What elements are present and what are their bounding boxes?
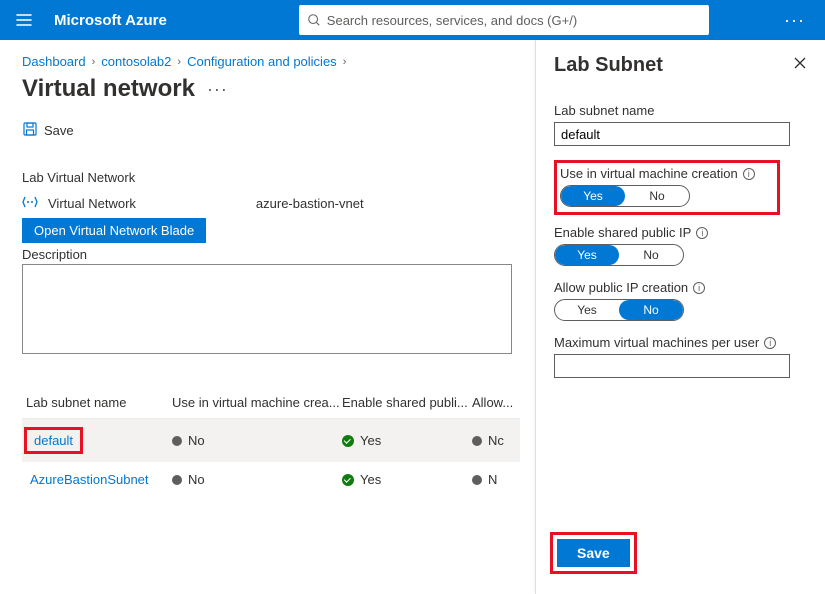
vnet-icon [22, 195, 38, 212]
info-icon[interactable]: i [693, 282, 705, 294]
use-value: No [188, 472, 205, 487]
toggle-no[interactable]: No [625, 186, 689, 206]
status-check-icon [342, 435, 354, 447]
allow-ip-label: Allow public IP creation i [554, 280, 807, 295]
table-row[interactable]: AzureBastionSubnet No Yes N [22, 462, 520, 497]
status-check-icon [342, 474, 354, 486]
shared-ip-toggle[interactable]: Yes No [554, 244, 684, 266]
lab-subnet-panel: Lab Subnet Lab subnet name Use in virtua… [535, 40, 825, 594]
save-command[interactable]: Save [22, 121, 74, 140]
col-header-name[interactable]: Lab subnet name [22, 395, 172, 410]
status-dot-icon [172, 436, 182, 446]
status-dot-icon [172, 475, 182, 485]
use-vm-toggle[interactable]: Yes No [560, 185, 690, 207]
chevron-right-icon: › [92, 56, 96, 68]
col-header-shared[interactable]: Enable shared publi... [342, 395, 472, 410]
panel-title: Lab Subnet [554, 54, 663, 77]
subnet-name-input[interactable] [554, 122, 790, 146]
topbar-more-button[interactable]: ··· [770, 10, 819, 31]
toggle-no[interactable]: No [619, 245, 683, 265]
subnet-name-label: Lab subnet name [554, 103, 807, 118]
azure-top-bar: Microsoft Azure Search resources, servic… [0, 0, 825, 40]
crumb-lab[interactable]: contosolab2 [101, 54, 171, 69]
search-icon [307, 13, 321, 27]
highlight-use-vm: Use in virtual machine creation i Yes No [554, 160, 780, 215]
status-dot-icon [472, 475, 482, 485]
menu-toggle[interactable] [6, 2, 42, 38]
search-placeholder: Search resources, services, and docs (G+… [327, 13, 577, 28]
toggle-yes[interactable]: Yes [561, 186, 625, 206]
save-button[interactable]: Save [557, 539, 630, 567]
highlight-save: Save [550, 532, 637, 574]
vnet-value: azure-bastion-vnet [256, 196, 364, 211]
shared-value: Yes [360, 433, 381, 448]
subnet-name-link[interactable]: AzureBastionSubnet [26, 472, 149, 487]
close-icon[interactable] [793, 56, 807, 75]
use-vm-label: Use in virtual machine creation i [560, 166, 755, 181]
status-dot-icon [472, 436, 482, 446]
allow-ip-toggle[interactable]: Yes No [554, 299, 684, 321]
crumb-dashboard[interactable]: Dashboard [22, 54, 86, 69]
brand-label: Microsoft Azure [42, 12, 179, 29]
page-title-more[interactable]: ··· [207, 79, 228, 100]
col-header-use[interactable]: Use in virtual machine crea... [172, 395, 342, 410]
max-vm-label: Maximum virtual machines per user i [554, 335, 807, 350]
subnet-name-link[interactable]: default [26, 429, 81, 452]
toggle-yes[interactable]: Yes [555, 245, 619, 265]
shared-value: Yes [360, 472, 381, 487]
open-vnet-blade-button[interactable]: Open Virtual Network Blade [22, 218, 206, 243]
info-icon[interactable]: i [696, 227, 708, 239]
global-search[interactable]: Search resources, services, and docs (G+… [299, 5, 709, 35]
description-input[interactable] [22, 264, 512, 354]
vnet-field-label: Virtual Network [48, 196, 136, 211]
allow-value: Nc [488, 433, 504, 448]
chevron-right-icon: › [177, 56, 181, 68]
allow-value: N [488, 472, 497, 487]
info-icon[interactable]: i [743, 168, 755, 180]
max-vm-input[interactable] [554, 354, 790, 378]
crumb-config[interactable]: Configuration and policies [187, 54, 337, 69]
col-header-allow[interactable]: Allow... [472, 395, 520, 410]
table-row[interactable]: default No Yes Nc [22, 419, 520, 462]
toggle-yes[interactable]: Yes [555, 300, 619, 320]
page-title: Virtual network [22, 75, 195, 103]
use-value: No [188, 433, 205, 448]
info-icon[interactable]: i [764, 337, 776, 349]
chevron-right-icon: › [343, 56, 347, 68]
save-label: Save [44, 123, 74, 138]
shared-ip-label: Enable shared public IP i [554, 225, 807, 240]
subnet-table: Lab subnet name Use in virtual machine c… [22, 387, 520, 497]
main-content: Dashboard › contosolab2 › Configuration … [0, 40, 825, 594]
toggle-no[interactable]: No [619, 300, 683, 320]
save-icon [22, 121, 38, 140]
